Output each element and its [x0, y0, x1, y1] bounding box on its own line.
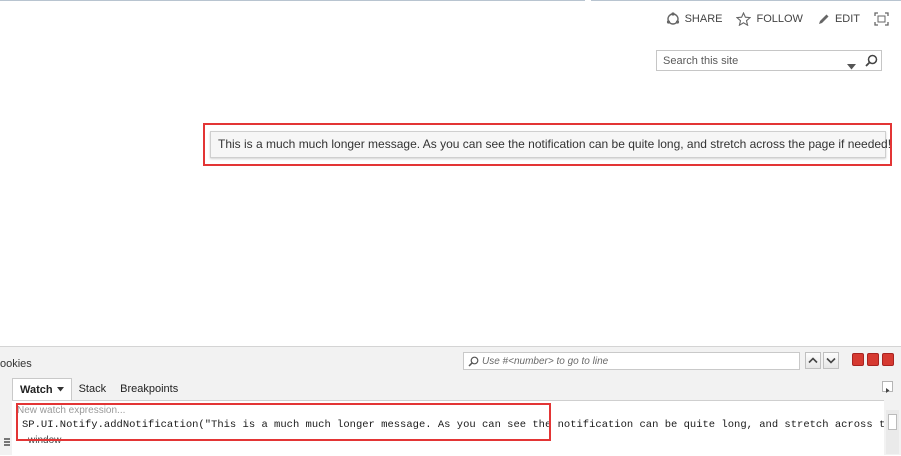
tab-watch-label: Watch [20, 383, 53, 396]
minimize-button[interactable] [852, 353, 864, 366]
top-border [0, 0, 901, 1]
chevron-down-icon [826, 357, 836, 364]
goto-line-input[interactable] [482, 353, 796, 369]
scrollbar-thumb[interactable] [888, 414, 897, 430]
follow-button[interactable]: FOLLOW [736, 12, 803, 26]
top-border-gap [585, 0, 591, 3]
share-label: SHARE [684, 13, 723, 25]
chevron-down-icon [56, 387, 64, 392]
search-box [656, 50, 882, 71]
follow-label: FOLLOW [756, 13, 803, 25]
star-icon [736, 12, 752, 26]
close-button[interactable] [882, 353, 894, 366]
cookies-menu[interactable]: ookies [0, 358, 32, 370]
tab-breakpoints[interactable]: Breakpoints [113, 378, 185, 400]
edit-label: EDIT [834, 13, 860, 25]
page-actions: SHARE FOLLOW EDIT [666, 12, 889, 26]
share-button[interactable]: SHARE [666, 12, 723, 26]
goto-line-box [463, 352, 800, 370]
expand-panel-button[interactable] [882, 381, 893, 393]
focus-icon [874, 12, 889, 26]
search-icon[interactable] [865, 54, 878, 72]
chevron-right-icon [886, 388, 890, 393]
share-icon [666, 12, 680, 26]
previous-button[interactable] [805, 352, 821, 369]
edit-button[interactable]: EDIT [817, 13, 860, 26]
vertical-scrollbar[interactable] [886, 410, 899, 454]
pencil-icon [817, 13, 830, 26]
code-highlight [16, 403, 551, 441]
row-expand-icon[interactable] [4, 438, 10, 446]
focus-on-content-button[interactable] [874, 12, 889, 26]
search-scope-dropdown-icon[interactable] [847, 57, 856, 75]
tab-watch[interactable]: Watch [12, 378, 72, 400]
search-icon [468, 356, 479, 367]
devtools-tabs: Watch Stack Breakpoints [12, 378, 185, 400]
notification-message: This is a much much longer message. As y… [210, 131, 891, 158]
chevron-up-icon [808, 357, 818, 364]
restore-button[interactable] [867, 353, 879, 366]
next-button[interactable] [823, 352, 839, 369]
search-input[interactable] [657, 51, 845, 70]
tab-stack[interactable]: Stack [72, 378, 114, 400]
